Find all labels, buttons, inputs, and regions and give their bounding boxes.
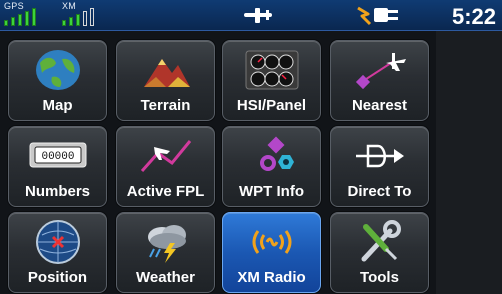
tile-map[interactable]: Map: [8, 40, 107, 121]
direct-to-icon: [355, 144, 404, 168]
tile-tools[interactable]: Tools: [330, 212, 429, 293]
status-bar: GPS XM 5:22: [0, 0, 502, 31]
xm-signal-icon: [62, 8, 106, 26]
xm-radio-icon: [252, 230, 291, 254]
position-crosshair-icon: [35, 220, 80, 264]
main-menu-grid: Map Terrain HSI/Panel Nearest 00000 Numb…: [8, 40, 432, 294]
tile-label: XM Radio: [237, 269, 306, 286]
tools-wrench-screwdriver-icon: [361, 220, 401, 262]
tile-weather[interactable]: Weather: [116, 212, 215, 293]
tile-label: WPT Info: [239, 183, 304, 200]
waypoint-info-icon: [259, 136, 294, 171]
tile-label: Weather: [136, 269, 195, 286]
tile-label: Tools: [360, 269, 399, 286]
home-screen: GPS XM 5:22 Map Terrain HSI/Panel Neares…: [0, 0, 502, 294]
tile-nearest[interactable]: Nearest: [330, 40, 429, 121]
tile-hsi-panel[interactable]: HSI/Panel: [222, 40, 321, 121]
airplane-icon: [244, 8, 272, 23]
svg-text:00000: 00000: [41, 151, 74, 163]
tile-xm-radio[interactable]: XM Radio: [222, 212, 321, 293]
tile-direct-to[interactable]: Direct To: [330, 126, 429, 207]
clock-time: 5:22: [451, 4, 496, 29]
weather-storm-icon: [147, 225, 186, 263]
map-globe-icon: [35, 50, 80, 90]
gps-signal-icon: [4, 8, 48, 26]
tile-terrain[interactable]: Terrain: [116, 40, 215, 121]
tile-active-fpl[interactable]: Active FPL: [116, 126, 215, 207]
tile-label: Numbers: [24, 183, 91, 200]
tile-wpt-info[interactable]: WPT Info: [222, 126, 321, 207]
power-plug-icon: [357, 6, 398, 26]
tile-label: Map: [42, 97, 73, 114]
tile-numbers[interactable]: 00000 Numbers: [8, 126, 107, 207]
tile-label: Terrain: [140, 97, 191, 114]
tile-label: Nearest: [351, 97, 408, 114]
numbers-counter-icon: 00000: [29, 142, 86, 168]
terrain-mountain-icon: [143, 59, 190, 87]
tile-label: HSI/Panel: [236, 97, 307, 114]
nearest-airport-icon: [355, 53, 406, 90]
right-side-panel: [436, 31, 502, 294]
tile-label: Direct To: [347, 183, 412, 200]
tile-label: Position: [27, 269, 88, 286]
tile-label: Active FPL: [126, 183, 205, 200]
active-flightplan-icon: [140, 140, 191, 172]
hsi-panel-icon: [245, 50, 298, 90]
tile-position[interactable]: Position: [8, 212, 107, 293]
